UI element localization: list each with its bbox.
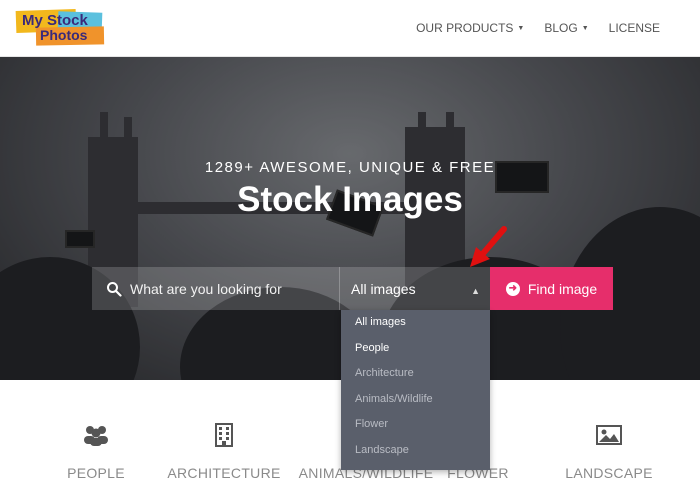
- search-placeholder: What are you looking for: [130, 280, 282, 297]
- search-icon: [107, 281, 122, 297]
- category-dropdown-menu: All images People Architecture Animals/W…: [341, 310, 490, 470]
- nav-blog[interactable]: BLOG ▼: [544, 21, 588, 35]
- nav-our-products-label: OUR PRODUCTS: [416, 21, 514, 35]
- hero-tagline: 1289+ AWESOME, UNIQUE & FREE: [204, 159, 496, 176]
- main-nav: OUR PRODUCTS ▼ BLOG ▼ LICENSE: [396, 0, 700, 56]
- site-header: My Stock Photos OUR PRODUCTS ▼ BLOG ▼ LI…: [0, 0, 700, 57]
- category-label: LANDSCAPE: [565, 465, 653, 481]
- people-icon: [36, 421, 156, 449]
- category-architecture[interactable]: ARCHITECTURE: [164, 421, 284, 481]
- dropdown-option-architecture[interactable]: Architecture: [341, 361, 490, 387]
- nav-blog-label: BLOG: [544, 21, 578, 35]
- nav-license[interactable]: LICENSE: [609, 21, 660, 35]
- red-pointer-arrow-icon: [470, 226, 507, 267]
- category-label: PEOPLE: [67, 465, 125, 481]
- logo-text-line2: Photos: [40, 27, 88, 43]
- nav-license-label: LICENSE: [608, 21, 660, 35]
- dropdown-option-landscape[interactable]: Landscape: [341, 438, 490, 464]
- arrow-right-circle-icon: ➜: [505, 281, 520, 296]
- category-landscape[interactable]: LANDSCAPE: [549, 421, 669, 481]
- dropdown-option-animals[interactable]: Animals/Wildlife: [341, 387, 490, 413]
- caret-up-icon: ▲: [471, 286, 480, 296]
- site-logo[interactable]: My Stock Photos: [15, 8, 108, 46]
- caret-down-icon: ▼: [581, 24, 589, 32]
- category-label: ARCHITECTURE: [167, 465, 281, 481]
- category-select[interactable]: All images ▲: [340, 267, 490, 310]
- category-select-value: All images: [351, 280, 416, 297]
- building-icon: [164, 421, 284, 449]
- search-input[interactable]: What are you looking for: [92, 267, 340, 310]
- caret-down-icon: ▼: [517, 24, 525, 32]
- dropdown-option-flower[interactable]: Flower: [341, 412, 490, 438]
- dropdown-option-people[interactable]: People: [341, 336, 490, 362]
- find-image-label: Find image: [527, 280, 598, 297]
- dropdown-option-all-images[interactable]: All images: [341, 310, 490, 336]
- find-image-button[interactable]: ➜ Find image: [490, 267, 613, 310]
- nav-our-products[interactable]: OUR PRODUCTS ▼: [416, 21, 524, 35]
- hero-title: Stock Images: [237, 180, 463, 219]
- landscape-icon: [549, 421, 669, 449]
- category-people[interactable]: PEOPLE: [36, 421, 156, 481]
